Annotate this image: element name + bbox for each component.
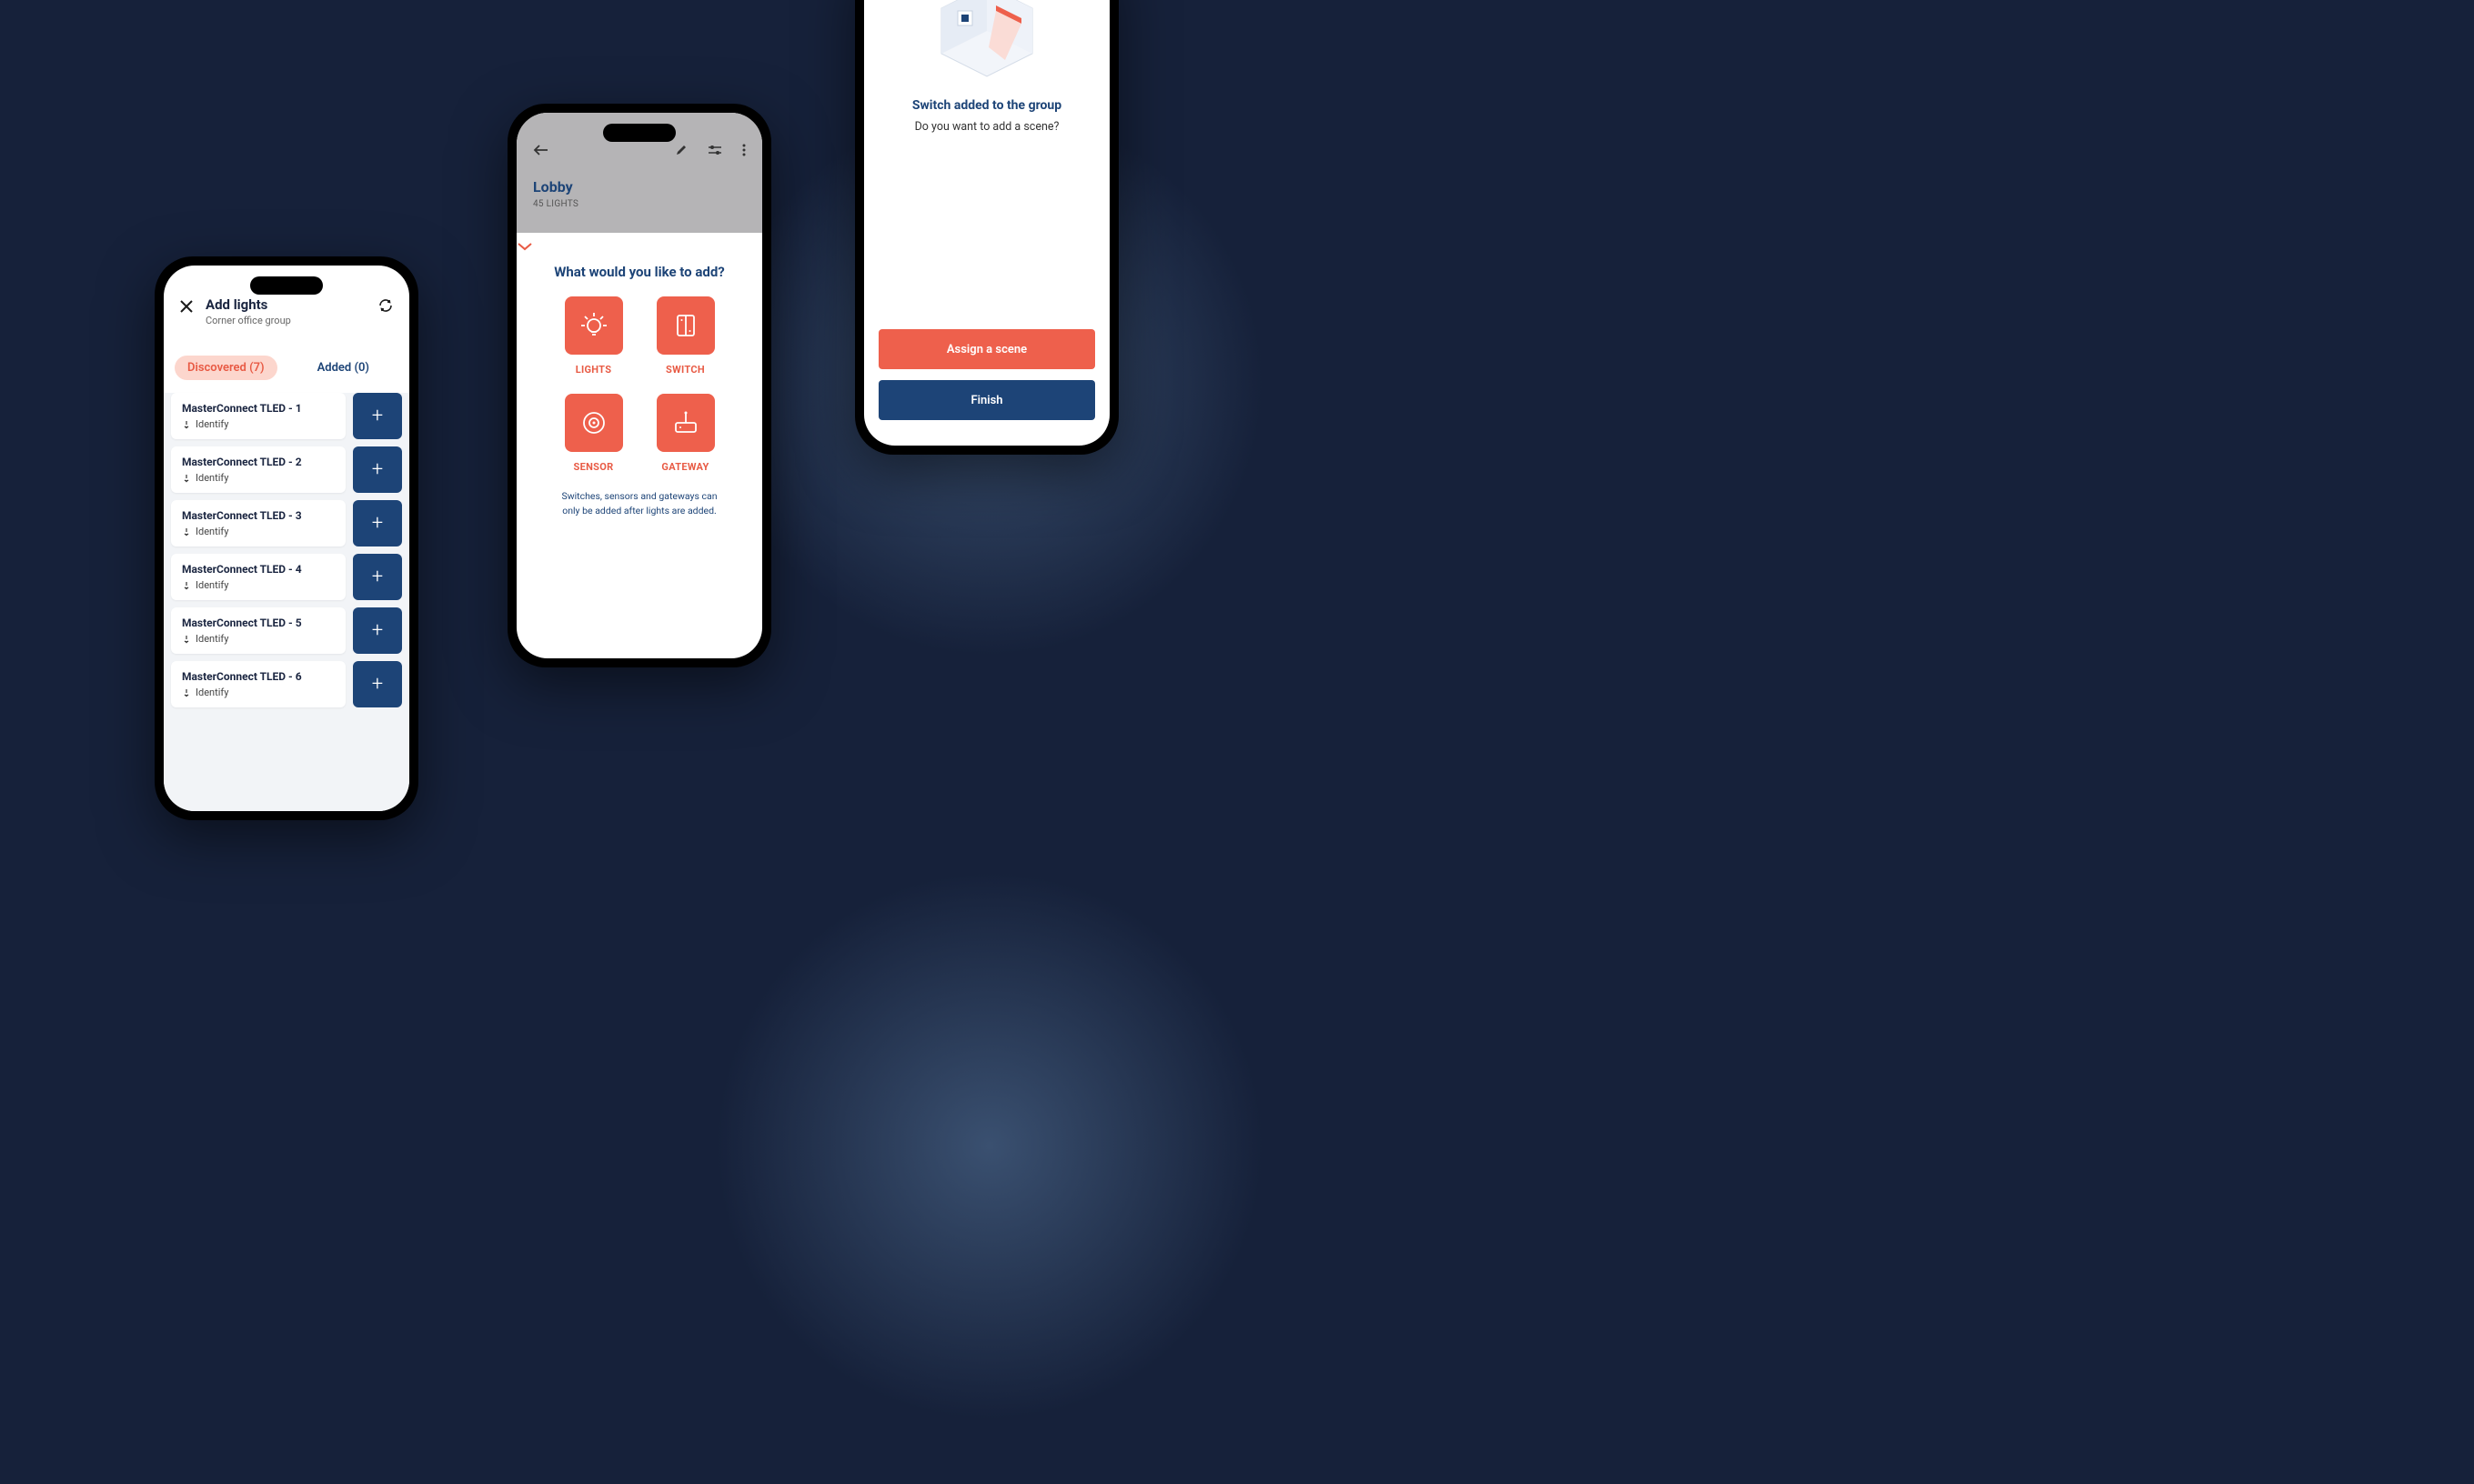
refresh-icon[interactable] xyxy=(378,296,393,313)
list-item: MasterConnect TLED - 6 Identify + xyxy=(171,661,402,707)
identify-button[interactable]: Identify xyxy=(182,687,335,698)
prompt-text: What would you like to add? xyxy=(517,264,762,280)
list-item: MasterConnect TLED - 3 Identify + xyxy=(171,500,402,546)
more-icon[interactable] xyxy=(742,144,746,156)
device-name: MasterConnect TLED - 6 xyxy=(182,670,335,683)
identify-label: Identify xyxy=(196,472,228,484)
tile-label: GATEWAY xyxy=(649,461,722,473)
tile-label: SWITCH xyxy=(649,364,722,376)
list-item: MasterConnect TLED - 5 Identify + xyxy=(171,607,402,654)
sensor-icon xyxy=(565,394,623,452)
screen: Lobby 45 LIGHTS What would you like to a… xyxy=(517,113,762,658)
tile-sensor[interactable]: SENSOR xyxy=(557,394,630,473)
tile-label: LIGHTS xyxy=(557,364,630,376)
sliders-icon[interactable] xyxy=(708,144,722,156)
gateway-icon xyxy=(657,394,715,452)
tile-label: SENSOR xyxy=(557,461,630,473)
device-card[interactable]: MasterConnect TLED - 5 Identify xyxy=(171,607,346,654)
edit-icon[interactable] xyxy=(675,144,688,156)
tile-gateway[interactable]: GATEWAY xyxy=(649,394,722,473)
finish-button[interactable]: Finish xyxy=(879,380,1095,420)
sheet: What would you like to add? LIGHTS SWITC… xyxy=(517,233,762,518)
device-name: MasterConnect TLED - 2 xyxy=(182,456,335,468)
tabs: Discovered (7) Added (0) xyxy=(164,339,409,393)
device-card[interactable]: MasterConnect TLED - 6 Identify xyxy=(171,661,346,707)
device-name: MasterConnect TLED - 4 xyxy=(182,563,335,576)
identify-button[interactable]: Identify xyxy=(182,526,335,537)
identify-label: Identify xyxy=(196,579,228,591)
device-name: MasterConnect TLED - 5 xyxy=(182,617,335,629)
tile-grid: LIGHTS SWITCH SENSOR xyxy=(517,296,762,473)
switch-icon xyxy=(657,296,715,355)
room-illustration-icon xyxy=(879,0,1095,98)
add-button[interactable]: + xyxy=(353,661,402,707)
device-name: MasterConnect TLED - 1 xyxy=(182,402,335,415)
header: Add lights Corner office group xyxy=(164,266,409,339)
add-button[interactable]: + xyxy=(353,446,402,493)
device-card[interactable]: MasterConnect TLED - 1 Identify xyxy=(171,393,346,439)
identify-label: Identify xyxy=(196,687,228,698)
screen: Add lights Corner office group Discovere… xyxy=(164,266,409,811)
page-title: Add lights xyxy=(206,296,378,313)
identify-label: Identify xyxy=(196,418,228,430)
phone-add-lights: Add lights Corner office group Discovere… xyxy=(155,256,418,820)
add-button[interactable]: + xyxy=(353,554,402,600)
success-subtitle: Do you want to add a scene? xyxy=(879,120,1095,134)
header: Lobby 45 LIGHTS xyxy=(517,113,762,233)
device-name: MasterConnect TLED - 3 xyxy=(182,509,335,522)
add-button[interactable]: + xyxy=(353,393,402,439)
group-title: Lobby xyxy=(533,178,746,196)
list-item: MasterConnect TLED - 1 Identify + xyxy=(171,393,402,439)
list-item: MasterConnect TLED - 4 Identify + xyxy=(171,554,402,600)
lightbulb-icon xyxy=(565,296,623,355)
identify-button[interactable]: Identify xyxy=(182,633,335,645)
page-subtitle: Corner office group xyxy=(206,315,378,326)
phone-switch-added: Switch added to the group Do you want to… xyxy=(855,0,1119,455)
identify-label: Identify xyxy=(196,633,228,645)
assign-scene-button[interactable]: Assign a scene xyxy=(879,329,1095,369)
toolbar xyxy=(533,144,746,156)
tab-discovered[interactable]: Discovered (7) xyxy=(175,356,277,380)
chevron-down-icon[interactable] xyxy=(517,242,762,251)
screen: Switch added to the group Do you want to… xyxy=(864,0,1110,446)
identify-label: Identify xyxy=(196,526,228,537)
close-icon[interactable] xyxy=(180,296,200,313)
success-title: Switch added to the group xyxy=(879,98,1095,113)
device-list[interactable]: MasterConnect TLED - 1 Identify + Master… xyxy=(164,393,409,811)
device-card[interactable]: MasterConnect TLED - 2 Identify xyxy=(171,446,346,493)
body: Switch added to the group Do you want to… xyxy=(864,0,1110,446)
identify-button[interactable]: Identify xyxy=(182,472,335,484)
identify-button[interactable]: Identify xyxy=(182,579,335,591)
tile-lights[interactable]: LIGHTS xyxy=(557,296,630,376)
device-card[interactable]: MasterConnect TLED - 3 Identify xyxy=(171,500,346,546)
tile-switch[interactable]: SWITCH xyxy=(649,296,722,376)
phone-add-device-type: Lobby 45 LIGHTS What would you like to a… xyxy=(508,104,771,667)
add-button[interactable]: + xyxy=(353,607,402,654)
spacer xyxy=(879,134,1095,329)
add-button[interactable]: + xyxy=(353,500,402,546)
identify-button[interactable]: Identify xyxy=(182,418,335,430)
tab-added[interactable]: Added (0) xyxy=(305,356,382,380)
back-icon[interactable] xyxy=(533,144,655,156)
group-subtitle: 45 LIGHTS xyxy=(533,199,746,209)
helper-text: Switches, sensors and gateways can only … xyxy=(517,473,762,518)
title-block: Add lights Corner office group xyxy=(206,296,378,326)
list-item: MasterConnect TLED - 2 Identify + xyxy=(171,446,402,493)
device-card[interactable]: MasterConnect TLED - 4 Identify xyxy=(171,554,346,600)
